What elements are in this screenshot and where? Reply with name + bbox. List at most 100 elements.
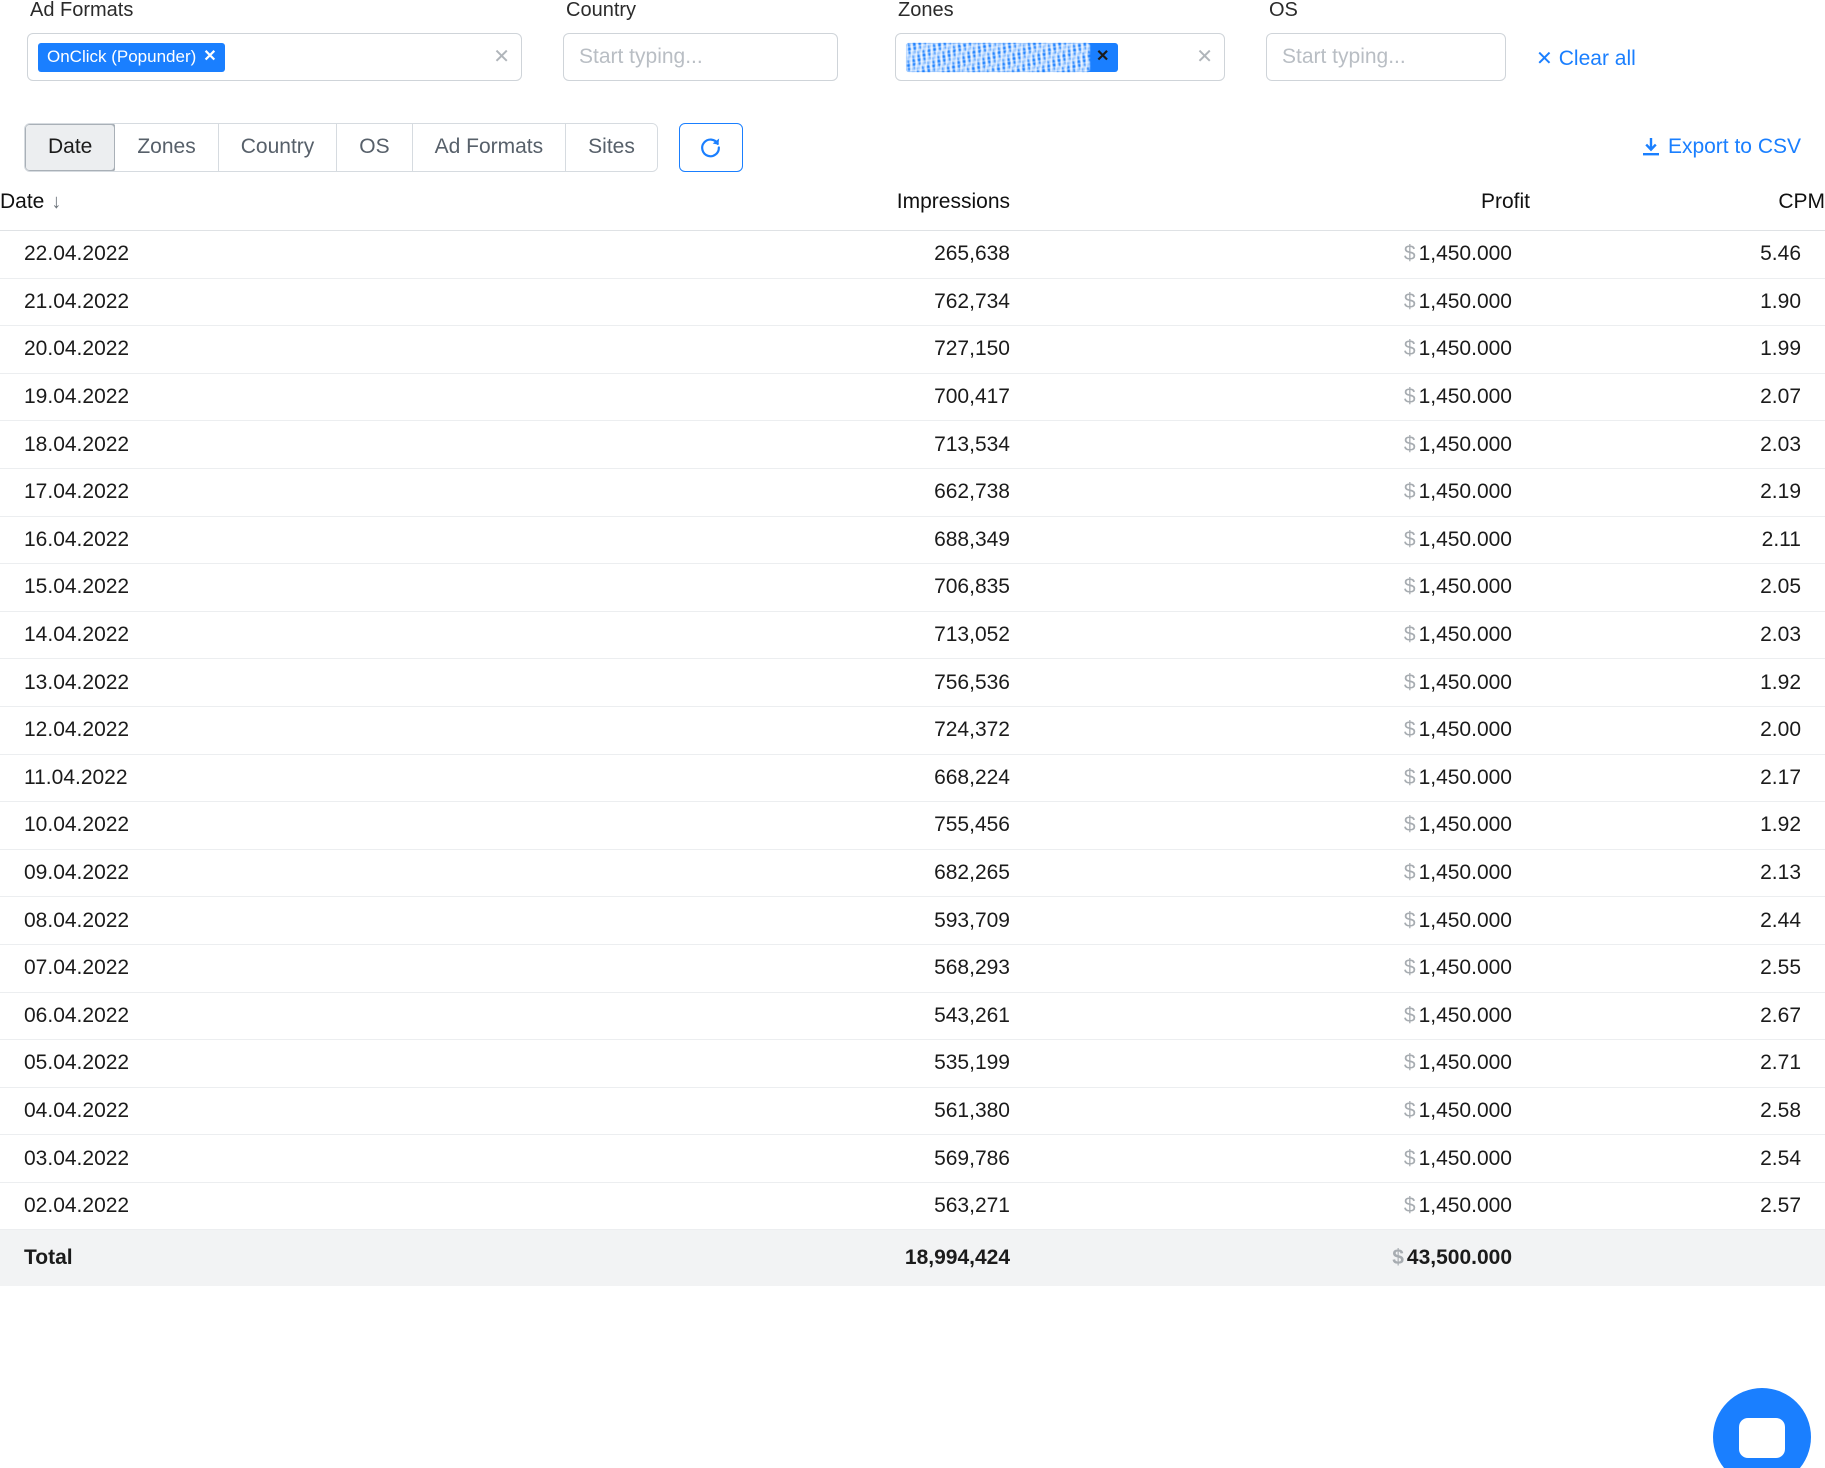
column-header-profit[interactable]: Profit bbox=[1010, 190, 1530, 231]
cell-date: 08.04.2022 bbox=[0, 897, 620, 945]
tab-date[interactable]: Date bbox=[24, 123, 116, 172]
cell-cpm: 2.17 bbox=[1530, 754, 1825, 802]
cell-date: 02.04.2022 bbox=[0, 1182, 620, 1230]
tab-sites[interactable]: Sites bbox=[566, 124, 657, 171]
table-row[interactable]: 07.04.2022568,293$1,450.0002.55 bbox=[0, 944, 1825, 992]
filter-bar: Ad Formats OnClick (Popunder) ✕ ✕ Countr… bbox=[0, 0, 1825, 110]
table-row[interactable]: 04.04.2022561,380$1,450.0002.58 bbox=[0, 1087, 1825, 1135]
currency-symbol: $ bbox=[1404, 813, 1416, 836]
table-row[interactable]: 10.04.2022755,456$1,450.0001.92 bbox=[0, 802, 1825, 850]
total-cpm bbox=[1530, 1230, 1825, 1286]
table-row[interactable]: 05.04.2022535,199$1,450.0002.71 bbox=[0, 1040, 1825, 1088]
tab-country[interactable]: Country bbox=[219, 124, 338, 171]
chat-widget-button[interactable] bbox=[1713, 1388, 1811, 1468]
cell-date: 03.04.2022 bbox=[0, 1135, 620, 1183]
table-row[interactable]: 19.04.2022700,417$1,450.0002.07 bbox=[0, 373, 1825, 421]
table-row[interactable]: 09.04.2022682,265$1,450.0002.13 bbox=[0, 849, 1825, 897]
ad-formats-chip-label: OnClick (Popunder) bbox=[47, 47, 196, 67]
filter-zones: Zones ✕ ✕ bbox=[895, 0, 1243, 81]
column-header-cpm[interactable]: CPM bbox=[1530, 190, 1825, 231]
cell-cpm: 2.05 bbox=[1530, 564, 1825, 612]
filter-label-zones: Zones bbox=[895, 0, 1243, 20]
tab-zones[interactable]: Zones bbox=[115, 124, 218, 171]
currency-symbol: $ bbox=[1404, 766, 1416, 789]
zones-chip-label-redacted bbox=[906, 43, 1090, 72]
currency-symbol: $ bbox=[1404, 861, 1416, 884]
cell-profit: $1,450.000 bbox=[1010, 564, 1530, 612]
column-header-impressions[interactable]: Impressions bbox=[620, 190, 1010, 231]
os-input[interactable]: Start typing... bbox=[1266, 33, 1506, 81]
cell-impressions: 755,456 bbox=[620, 802, 1010, 850]
clear-all-button[interactable]: ✕ Clear all bbox=[1536, 46, 1636, 71]
report-table: Date↓ Impressions Profit CPM 22.04.20222… bbox=[0, 190, 1825, 1286]
cell-cpm: 2.03 bbox=[1530, 611, 1825, 659]
zones-chip[interactable]: ✕ bbox=[906, 43, 1118, 72]
currency-symbol: $ bbox=[1404, 1099, 1416, 1122]
currency-symbol: $ bbox=[1404, 290, 1416, 313]
cell-profit: $1,450.000 bbox=[1010, 992, 1530, 1040]
cell-cpm: 1.92 bbox=[1530, 659, 1825, 707]
table-row[interactable]: 13.04.2022756,536$1,450.0001.92 bbox=[0, 659, 1825, 707]
currency-symbol: $ bbox=[1404, 718, 1416, 741]
cell-cpm: 2.13 bbox=[1530, 849, 1825, 897]
currency-symbol: $ bbox=[1404, 433, 1416, 456]
table-row[interactable]: 22.04.2022265,638$1,450.0005.46 bbox=[0, 231, 1825, 279]
cell-date: 22.04.2022 bbox=[0, 231, 620, 279]
cell-impressions: 662,738 bbox=[620, 468, 1010, 516]
cell-impressions: 727,150 bbox=[620, 326, 1010, 374]
ad-formats-clear-icon[interactable]: ✕ bbox=[493, 47, 510, 67]
table-row[interactable]: 06.04.2022543,261$1,450.0002.67 bbox=[0, 992, 1825, 1040]
table-row[interactable]: 16.04.2022688,349$1,450.0002.11 bbox=[0, 516, 1825, 564]
table-row[interactable]: 14.04.2022713,052$1,450.0002.03 bbox=[0, 611, 1825, 659]
cell-profit: $1,450.000 bbox=[1010, 373, 1530, 421]
table-row[interactable]: 15.04.2022706,835$1,450.0002.05 bbox=[0, 564, 1825, 612]
cell-date: 13.04.2022 bbox=[0, 659, 620, 707]
cell-profit: $1,450.000 bbox=[1010, 468, 1530, 516]
column-header-date-label: Date bbox=[0, 190, 44, 213]
export-to-csv-button[interactable]: Export to CSV bbox=[1641, 135, 1801, 159]
table-row[interactable]: 11.04.2022668,224$1,450.0002.17 bbox=[0, 754, 1825, 802]
column-header-date[interactable]: Date↓ bbox=[0, 190, 620, 231]
chip-remove-icon[interactable]: ✕ bbox=[1096, 49, 1109, 65]
tab-ad-formats[interactable]: Ad Formats bbox=[413, 124, 567, 171]
table-row[interactable]: 12.04.2022724,372$1,450.0002.00 bbox=[0, 706, 1825, 754]
cell-profit: $1,450.000 bbox=[1010, 516, 1530, 564]
table-row[interactable]: 02.04.2022563,271$1,450.0002.57 bbox=[0, 1182, 1825, 1230]
table-row[interactable]: 18.04.2022713,534$1,450.0002.03 bbox=[0, 421, 1825, 469]
toolbar: Date Zones Country OS Ad Formats Sites E… bbox=[0, 118, 1825, 176]
tab-os[interactable]: OS bbox=[337, 124, 412, 171]
cell-impressions: 713,052 bbox=[620, 611, 1010, 659]
cell-cpm: 2.19 bbox=[1530, 468, 1825, 516]
cell-impressions: 682,265 bbox=[620, 849, 1010, 897]
table-row[interactable]: 17.04.2022662,738$1,450.0002.19 bbox=[0, 468, 1825, 516]
cell-date: 17.04.2022 bbox=[0, 468, 620, 516]
table-total-row: Total18,994,424$43,500.000 bbox=[0, 1230, 1825, 1286]
zones-input[interactable]: ✕ ✕ bbox=[895, 33, 1225, 81]
ad-formats-input[interactable]: OnClick (Popunder) ✕ ✕ bbox=[27, 33, 522, 81]
cell-profit: $1,450.000 bbox=[1010, 754, 1530, 802]
cell-date: 06.04.2022 bbox=[0, 992, 620, 1040]
table-row[interactable]: 08.04.2022593,709$1,450.0002.44 bbox=[0, 897, 1825, 945]
cell-impressions: 593,709 bbox=[620, 897, 1010, 945]
ad-formats-chip[interactable]: OnClick (Popunder) ✕ bbox=[38, 43, 225, 72]
country-input[interactable]: Start typing... bbox=[563, 33, 838, 81]
cell-impressions: 756,536 bbox=[620, 659, 1010, 707]
cell-profit: $1,450.000 bbox=[1010, 659, 1530, 707]
cell-impressions: 543,261 bbox=[620, 992, 1010, 1040]
report-page: Ad Formats OnClick (Popunder) ✕ ✕ Countr… bbox=[0, 0, 1825, 1468]
chip-remove-icon[interactable]: ✕ bbox=[203, 49, 216, 65]
cell-cpm: 2.07 bbox=[1530, 373, 1825, 421]
cell-date: 10.04.2022 bbox=[0, 802, 620, 850]
cell-cpm: 2.57 bbox=[1530, 1182, 1825, 1230]
close-x-icon: ✕ bbox=[1536, 46, 1553, 71]
cell-cpm: 2.54 bbox=[1530, 1135, 1825, 1183]
table-row[interactable]: 21.04.2022762,734$1,450.0001.90 bbox=[0, 278, 1825, 326]
table-row[interactable]: 20.04.2022727,150$1,450.0001.99 bbox=[0, 326, 1825, 374]
refresh-button[interactable] bbox=[679, 123, 743, 172]
currency-symbol: $ bbox=[1392, 1246, 1404, 1269]
table-row[interactable]: 03.04.2022569,786$1,450.0002.54 bbox=[0, 1135, 1825, 1183]
cell-profit: $1,450.000 bbox=[1010, 802, 1530, 850]
zones-clear-icon[interactable]: ✕ bbox=[1196, 47, 1213, 67]
cell-date: 16.04.2022 bbox=[0, 516, 620, 564]
cell-cpm: 2.58 bbox=[1530, 1087, 1825, 1135]
